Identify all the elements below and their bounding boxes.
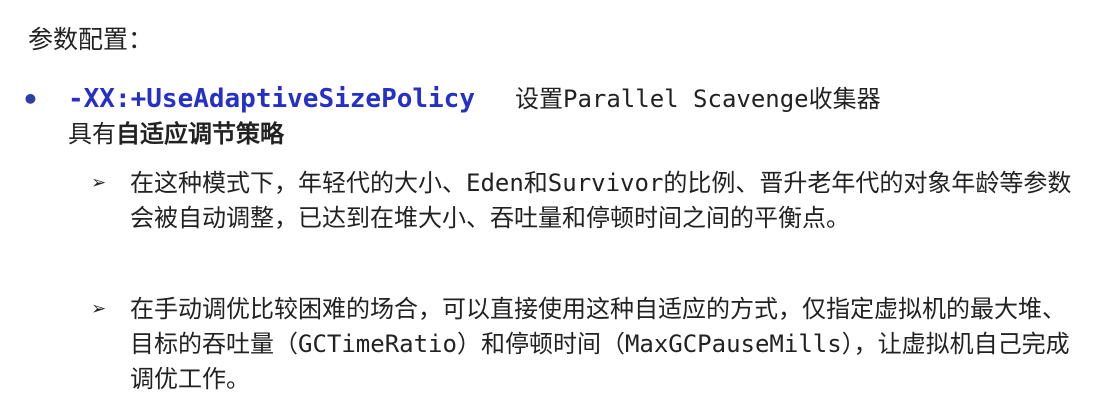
option-description: 设置Parallel Scavenge收集器 xyxy=(515,85,881,113)
sub-bullet-text: 在这种模式下，年轻代的大小、Eden和Survivor的比例、晋升老年代的对象年… xyxy=(130,169,1072,232)
description-continuation: 具有 xyxy=(68,120,116,148)
arrow-bullet-icon: ➢ xyxy=(92,169,107,197)
jvm-option-name: -XX:+UseAdaptiveSizePolicy xyxy=(68,84,475,114)
emphasized-phrase: 自适应调节策略 xyxy=(116,120,284,148)
main-bullet-item: -XX:+UseAdaptiveSizePolicy 设置Parallel Sca… xyxy=(68,82,1098,152)
arrow-bullet-icon: ➢ xyxy=(92,295,107,323)
section-heading: 参数配置： xyxy=(28,25,154,54)
sub-bullet-text: 在手动调优比较困难的场合，可以直接使用这种自适应的方式，仅指定虚拟机的最大堆、目… xyxy=(130,295,1070,393)
bullet-marker: • xyxy=(22,83,39,116)
sub-bullet-item: ➢ 在这种模式下，年轻代的大小、Eden和Survivor的比例、晋升老年代的对… xyxy=(92,166,1082,236)
sub-bullet-item: ➢ 在手动调优比较困难的场合，可以直接使用这种自适应的方式，仅指定虚拟机的最大堆… xyxy=(92,292,1082,397)
